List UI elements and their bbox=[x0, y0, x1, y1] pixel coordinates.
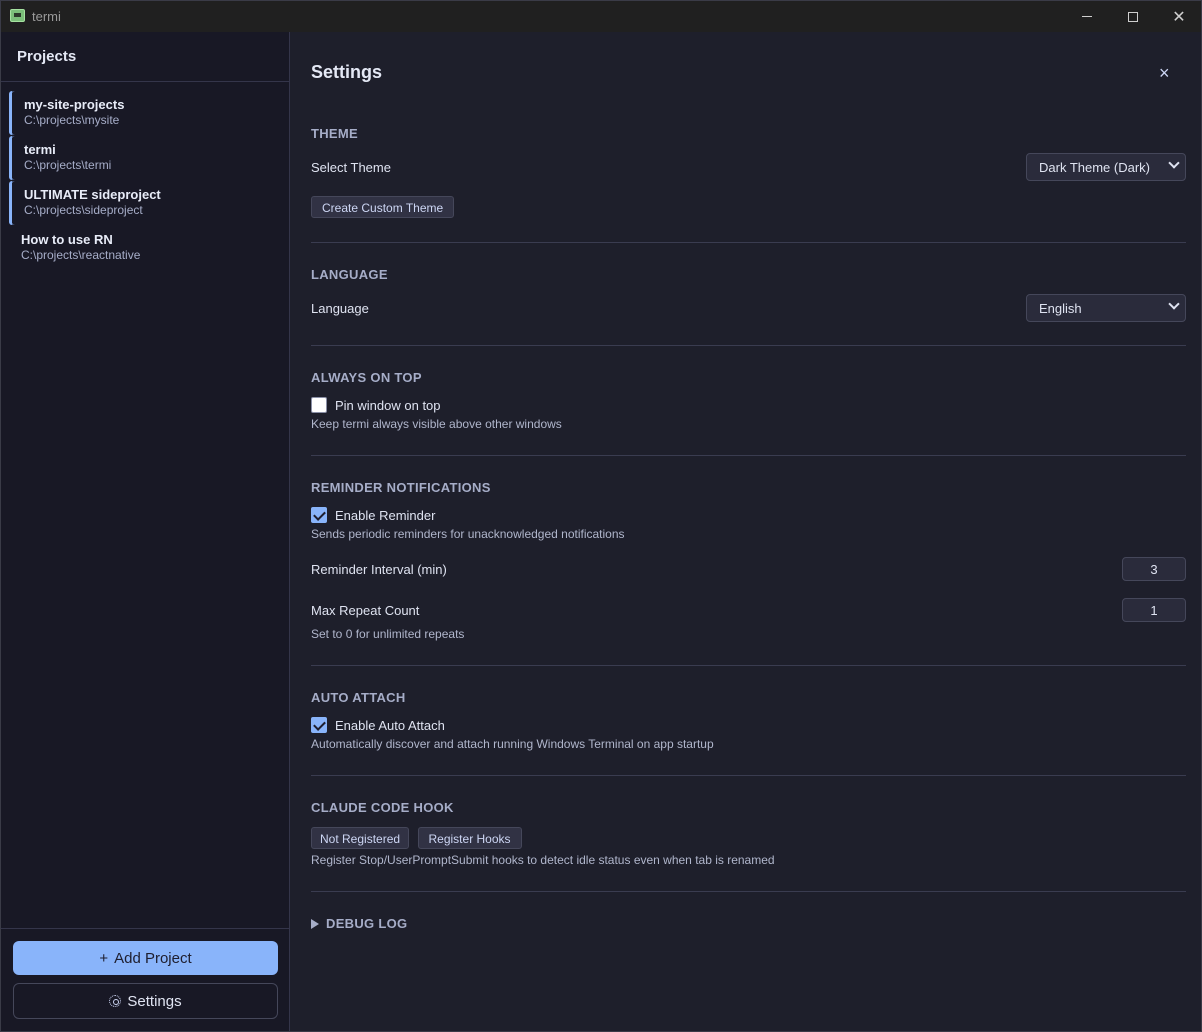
theme-select[interactable]: Dark Theme (Dark) bbox=[1026, 153, 1186, 181]
title-bar: termi ✕ bbox=[1, 1, 1201, 32]
language-select[interactable]: English bbox=[1026, 294, 1186, 322]
project-item-my-site-projects[interactable]: my-site-projects C:\projects\mysite bbox=[1, 91, 289, 135]
max-repeat-hint-row: Set to 0 for unlimited repeats bbox=[311, 627, 1186, 641]
reminder-hint: Sends periodic reminders for unacknowled… bbox=[311, 527, 625, 541]
theme-row: Select Theme Dark Theme (Dark) bbox=[311, 153, 1186, 184]
max-repeat-input[interactable]: 1 bbox=[1122, 598, 1186, 622]
enable-reminder-row: Enable Reminder bbox=[311, 507, 1186, 523]
max-repeat-row: Max Repeat Count 1 bbox=[311, 598, 1186, 622]
language-section: LANGUAGE bbox=[311, 267, 1186, 282]
add-project-button[interactable]: + Add Project bbox=[13, 941, 278, 975]
enable-auto-attach-row: Enable Auto Attach bbox=[311, 717, 1186, 733]
always-on-top-section: ALWAYS ON TOP bbox=[311, 370, 1186, 385]
section-title-language: LANGUAGE bbox=[311, 267, 388, 282]
sidebar: Projects my-site-projects C:\projects\my… bbox=[1, 32, 290, 1031]
project-name: ULTIMATE sideproject bbox=[24, 187, 161, 202]
divider bbox=[311, 345, 1186, 346]
divider bbox=[311, 242, 1186, 243]
window-close-button[interactable]: ✕ bbox=[1156, 1, 1202, 32]
project-name: my-site-projects bbox=[24, 97, 125, 112]
expand-triangle-icon bbox=[311, 918, 319, 929]
divider bbox=[311, 455, 1186, 456]
auto-attach-hint: Automatically discover and attach runnin… bbox=[311, 737, 714, 751]
project-path: C:\projects\termi bbox=[24, 158, 112, 172]
settings-panel: Settings × THEME Select Theme Dark Theme… bbox=[291, 32, 1201, 1031]
project-item-termi[interactable]: termi C:\projects\termi bbox=[1, 136, 289, 180]
settings-close-button[interactable]: × bbox=[1159, 63, 1170, 84]
pin-window-checkbox[interactable] bbox=[311, 397, 327, 413]
add-project-label: Add Project bbox=[114, 949, 192, 967]
gear-icon bbox=[109, 995, 122, 1007]
reminder-interval-label: Reminder Interval (min) bbox=[311, 562, 447, 577]
settings-label: Settings bbox=[127, 992, 182, 1010]
divider bbox=[311, 775, 1186, 776]
section-title-theme: THEME bbox=[311, 126, 358, 141]
project-list: my-site-projects C:\projects\mysite term… bbox=[1, 82, 289, 270]
pin-window-row: Pin window on top bbox=[311, 397, 1186, 413]
pin-window-hint: Keep termi always visible above other wi… bbox=[311, 417, 562, 431]
settings-button[interactable]: Settings bbox=[13, 983, 278, 1019]
project-path: C:\projects\mysite bbox=[24, 113, 120, 127]
max-repeat-hint: Set to 0 for unlimited repeats bbox=[311, 627, 465, 641]
project-name: termi bbox=[24, 142, 56, 157]
section-title-always-on-top: ALWAYS ON TOP bbox=[311, 370, 422, 385]
enable-auto-attach-checkbox[interactable] bbox=[311, 717, 327, 733]
divider bbox=[311, 891, 1186, 892]
window-title: termi bbox=[32, 9, 61, 24]
section-title-claude-hook: CLAUDE CODE HOOK bbox=[311, 800, 454, 815]
pin-window-label: Pin window on top bbox=[335, 397, 441, 413]
theme-select-value: Dark Theme (Dark) bbox=[1039, 160, 1151, 175]
project-path: C:\projects\reactnative bbox=[21, 248, 141, 262]
language-select-value: English bbox=[1039, 301, 1082, 316]
claude-hook-hint-row: Register Stop/UserPromptSubmit hooks to … bbox=[311, 853, 1186, 867]
divider bbox=[311, 665, 1186, 666]
project-item-ultimate-sideproject[interactable]: ULTIMATE sideproject C:\projects\sidepro… bbox=[1, 181, 289, 225]
enable-reminder-label: Enable Reminder bbox=[335, 507, 436, 523]
chevron-down-icon bbox=[1168, 298, 1180, 310]
language-row: Language English bbox=[311, 294, 1186, 325]
section-title-auto-attach: AUTO ATTACH bbox=[311, 690, 406, 705]
chevron-down-icon bbox=[1168, 157, 1180, 169]
register-hooks-button[interactable]: Register Hooks bbox=[417, 827, 522, 849]
select-theme-label: Select Theme bbox=[311, 160, 391, 175]
enable-reminder-checkbox[interactable] bbox=[311, 507, 327, 523]
hook-status-badge: Not Registered bbox=[311, 827, 410, 849]
enable-auto-attach-label: Enable Auto Attach bbox=[335, 717, 445, 733]
auto-attach-section: AUTO ATTACH bbox=[311, 690, 1186, 705]
reminder-hint-row: Sends periodic reminders for unacknowled… bbox=[311, 527, 1186, 541]
section-title-debug-log: DEBUG LOG bbox=[326, 916, 408, 931]
project-item-how-to-use-rn[interactable]: How to use RN C:\projects\reactnative bbox=[1, 226, 289, 270]
sidebar-title: Projects bbox=[1, 32, 289, 82]
claude-hook-section: CLAUDE CODE HOOK bbox=[311, 800, 1186, 815]
minimize-button[interactable] bbox=[1064, 1, 1110, 32]
plus-icon: + bbox=[99, 949, 109, 967]
reminder-interval-row: Reminder Interval (min) 3 bbox=[311, 557, 1186, 581]
close-icon: × bbox=[1159, 63, 1170, 83]
language-label: Language bbox=[311, 301, 369, 316]
max-repeat-label: Max Repeat Count bbox=[311, 603, 420, 618]
claude-hook-buttons-row: Not Registered Register Hooks bbox=[311, 827, 1186, 849]
theme-section: THEME bbox=[311, 126, 1186, 141]
create-theme-row: Create Custom Theme bbox=[311, 196, 1186, 218]
auto-attach-hint-row: Automatically discover and attach runnin… bbox=[311, 737, 1186, 751]
claude-hook-hint: Register Stop/UserPromptSubmit hooks to … bbox=[311, 853, 775, 867]
reminder-section: REMINDER NOTIFICATIONS bbox=[311, 480, 1186, 495]
project-path: C:\projects\sideproject bbox=[24, 203, 143, 217]
sidebar-footer: + Add Project Settings bbox=[1, 928, 289, 1031]
debug-log-toggle[interactable]: DEBUG LOG bbox=[311, 916, 1186, 931]
project-name: How to use RN bbox=[21, 232, 113, 247]
terminal-app-icon bbox=[10, 9, 25, 22]
pin-window-hint-row: Keep termi always visible above other wi… bbox=[311, 417, 1186, 431]
app-window: termi ✕ Projects my-site-projects C:\pro… bbox=[0, 0, 1202, 1032]
create-custom-theme-button[interactable]: Create Custom Theme bbox=[311, 196, 455, 218]
maximize-icon bbox=[1128, 11, 1138, 22]
maximize-button[interactable] bbox=[1110, 1, 1156, 32]
page-title: Settings bbox=[311, 62, 383, 82]
reminder-interval-input[interactable]: 3 bbox=[1122, 557, 1186, 581]
close-icon: ✕ bbox=[1172, 8, 1186, 26]
minimize-icon bbox=[1082, 16, 1092, 17]
section-title-reminder: REMINDER NOTIFICATIONS bbox=[311, 480, 491, 495]
